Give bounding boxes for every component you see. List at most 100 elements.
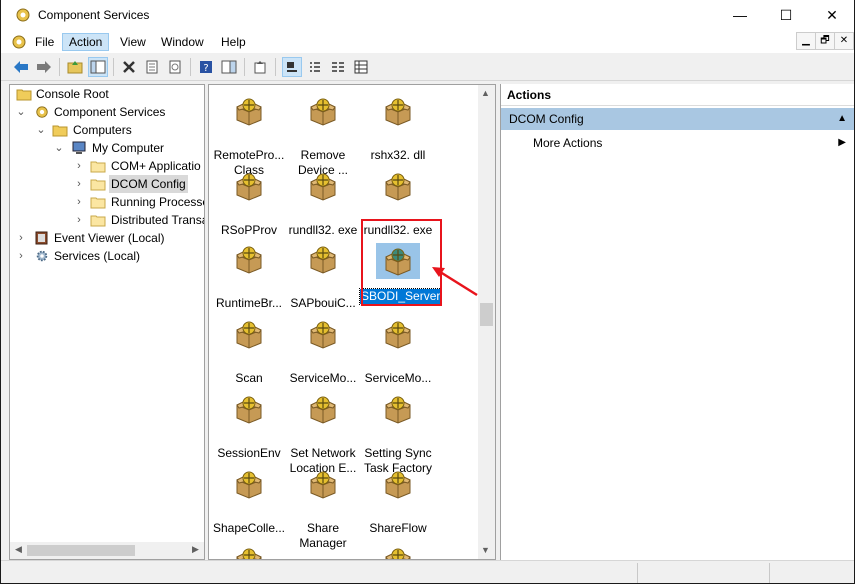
dcom-app-label: RSoPProv <box>220 223 278 237</box>
collapse-icon[interactable]: ▲ <box>837 108 847 130</box>
dcom-app-item[interactable]: Setting Sync Task Factory <box>360 393 436 476</box>
dcom-app-item-partial[interactable] <box>211 545 287 559</box>
mdi-controls: ▁ 🗗 ✕ <box>796 32 854 50</box>
close-button[interactable]: ✕ <box>809 0 855 30</box>
chevron-right-icon[interactable]: › <box>74 211 84 229</box>
dcom-app-package-icon <box>236 396 262 424</box>
show-hide-tree-icon[interactable] <box>88 57 108 77</box>
chevron-right-icon[interactable]: › <box>16 229 26 247</box>
list-vertical-scrollbar[interactable]: ▲ ▼ <box>478 85 495 559</box>
folder-icon <box>90 161 106 173</box>
title-bar: Component Services — ☐ ✕ <box>1 0 854 30</box>
up-folder-icon[interactable] <box>65 57 85 77</box>
help-icon[interactable]: ? <box>196 57 216 77</box>
menu-action[interactable]: Action <box>62 33 110 51</box>
dcom-app-package-icon <box>310 246 336 274</box>
dcom-app-package-icon <box>236 173 262 201</box>
large-icons-view-icon[interactable] <box>282 57 302 77</box>
mdi-restore-button[interactable]: 🗗 <box>815 32 835 50</box>
actions-section-dcom-config[interactable]: DCOM Config ▲ <box>501 108 854 130</box>
actions-section-title: DCOM Config <box>509 112 584 126</box>
dcom-app-item[interactable]: ServiceMo... <box>285 318 361 386</box>
delete-icon[interactable] <box>119 57 139 77</box>
dcom-app-item[interactable]: rshx32. dll <box>360 95 436 163</box>
tree-item-console-root[interactable]: Console Root <box>10 85 204 103</box>
services-gear-icon <box>36 250 48 262</box>
small-icons-view-icon[interactable] <box>305 57 325 77</box>
dcom-app-item[interactable]: RuntimeBr... <box>211 243 287 311</box>
tree-item-component-services[interactable]: ⌄ Component Services <box>10 103 204 121</box>
menu-help[interactable]: Help <box>215 33 252 51</box>
list-view-icon[interactable] <box>328 57 348 77</box>
chevron-right-icon[interactable]: › <box>16 247 26 265</box>
dcom-app-item[interactable]: ShapeColle... <box>211 468 287 536</box>
more-actions-item[interactable]: More Actions <box>533 134 602 152</box>
forward-arrow-icon[interactable] <box>34 57 54 77</box>
submenu-arrow-icon[interactable]: ▶ <box>838 134 846 152</box>
back-arrow-icon[interactable] <box>11 57 31 77</box>
dcom-app-package-icon <box>236 246 262 274</box>
dcom-app-item[interactable]: SAPbouiC... <box>285 243 361 311</box>
scroll-thumb[interactable] <box>480 303 493 326</box>
window-title: Component Services <box>38 8 150 22</box>
chevron-right-icon[interactable]: › <box>74 175 84 193</box>
dcom-app-package-icon <box>310 173 336 201</box>
tree-item-event-viewer[interactable]: › Event Viewer (Local) <box>10 229 204 247</box>
actions-pane: Actions DCOM Config ▲ More Actions ▶ <box>500 84 854 560</box>
dcom-app-item[interactable]: SessionEnv <box>211 393 287 461</box>
dcom-app-item-partial[interactable] <box>360 545 436 559</box>
scroll-thumb[interactable] <box>27 545 135 556</box>
detail-view-icon[interactable] <box>351 57 371 77</box>
dcom-app-item[interactable]: Scan <box>211 318 287 386</box>
chevron-right-icon[interactable]: › <box>74 157 84 175</box>
dcom-config-list: ▲ ▼ RemotePro...Class RemoveDevice ... <box>208 84 496 560</box>
component-services-icon <box>36 106 48 118</box>
dcom-app-package-icon <box>385 173 411 201</box>
dcom-app-item[interactable]: RSoPProv <box>211 170 287 238</box>
system-menu-icon[interactable] <box>11 34 27 50</box>
scroll-right-icon[interactable]: ▶ <box>192 544 199 555</box>
mdi-minimize-button[interactable]: ▁ <box>796 32 816 50</box>
tree-horizontal-scrollbar[interactable]: ◀ ▶ <box>10 542 204 559</box>
properties-icon[interactable] <box>142 57 162 77</box>
dcom-app-item[interactable]: Remove Device ... <box>285 95 361 178</box>
mdi-close-button[interactable]: ✕ <box>834 32 854 50</box>
dcom-app-label-line2: Manager <box>299 536 347 550</box>
tree-item-distributed-transaction[interactable]: › Distributed Transa <box>10 211 204 229</box>
dcom-app-item[interactable]: rundll32. exe <box>285 170 361 238</box>
maximize-button[interactable]: ☐ <box>763 0 809 30</box>
tree-item-services[interactable]: › Services (Local) <box>10 247 204 265</box>
scroll-up-icon[interactable]: ▲ <box>481 88 490 98</box>
dcom-app-item[interactable]: ServiceMo... <box>360 318 436 386</box>
tree-item-com-plus-applications[interactable]: › COM+ Applicatio <box>10 157 204 175</box>
menu-window[interactable]: Window <box>155 33 210 51</box>
refresh-icon[interactable] <box>165 57 185 77</box>
tree-item-computers[interactable]: ⌄ Computers <box>10 121 204 139</box>
tree-item-running-processes[interactable]: › Running Processe <box>10 193 204 211</box>
tree-item-dcom-config[interactable]: › DCOM Config <box>10 175 204 193</box>
menu-file[interactable]: File <box>29 33 60 51</box>
export-list-icon[interactable] <box>250 57 270 77</box>
chevron-down-icon[interactable]: ⌄ <box>16 103 26 121</box>
menu-view[interactable]: View <box>114 33 152 51</box>
scroll-left-icon[interactable]: ◀ <box>15 544 22 555</box>
dcom-app-item[interactable]: RemotePro... Class <box>211 95 287 178</box>
chevron-down-icon[interactable]: ⌄ <box>54 139 64 157</box>
folder-icon <box>52 125 68 137</box>
tree-item-my-computer[interactable]: ⌄ My Computer <box>10 139 204 157</box>
svg-text:?: ? <box>203 63 208 74</box>
dcom-app-package-icon <box>385 471 411 499</box>
dcom-app-label: Share <box>306 521 340 535</box>
dcom-app-package-icon <box>385 396 411 424</box>
minimize-button[interactable]: — <box>717 0 763 30</box>
chevron-right-icon[interactable]: › <box>74 193 84 211</box>
chevron-down-icon[interactable]: ⌄ <box>36 121 46 139</box>
dcom-app-item[interactable]: ShareFlow <box>360 468 436 536</box>
dcom-app-item[interactable]: Share Manager <box>285 468 361 551</box>
dcom-app-label: Setting Sync <box>364 446 432 460</box>
dcom-app-item[interactable]: Set Network Location E... <box>285 393 361 476</box>
scroll-down-icon[interactable]: ▼ <box>481 545 490 555</box>
show-hide-action-pane-icon[interactable] <box>219 57 239 77</box>
dcom-app-package-icon <box>310 471 336 499</box>
dcom-app-package-icon <box>236 471 262 499</box>
